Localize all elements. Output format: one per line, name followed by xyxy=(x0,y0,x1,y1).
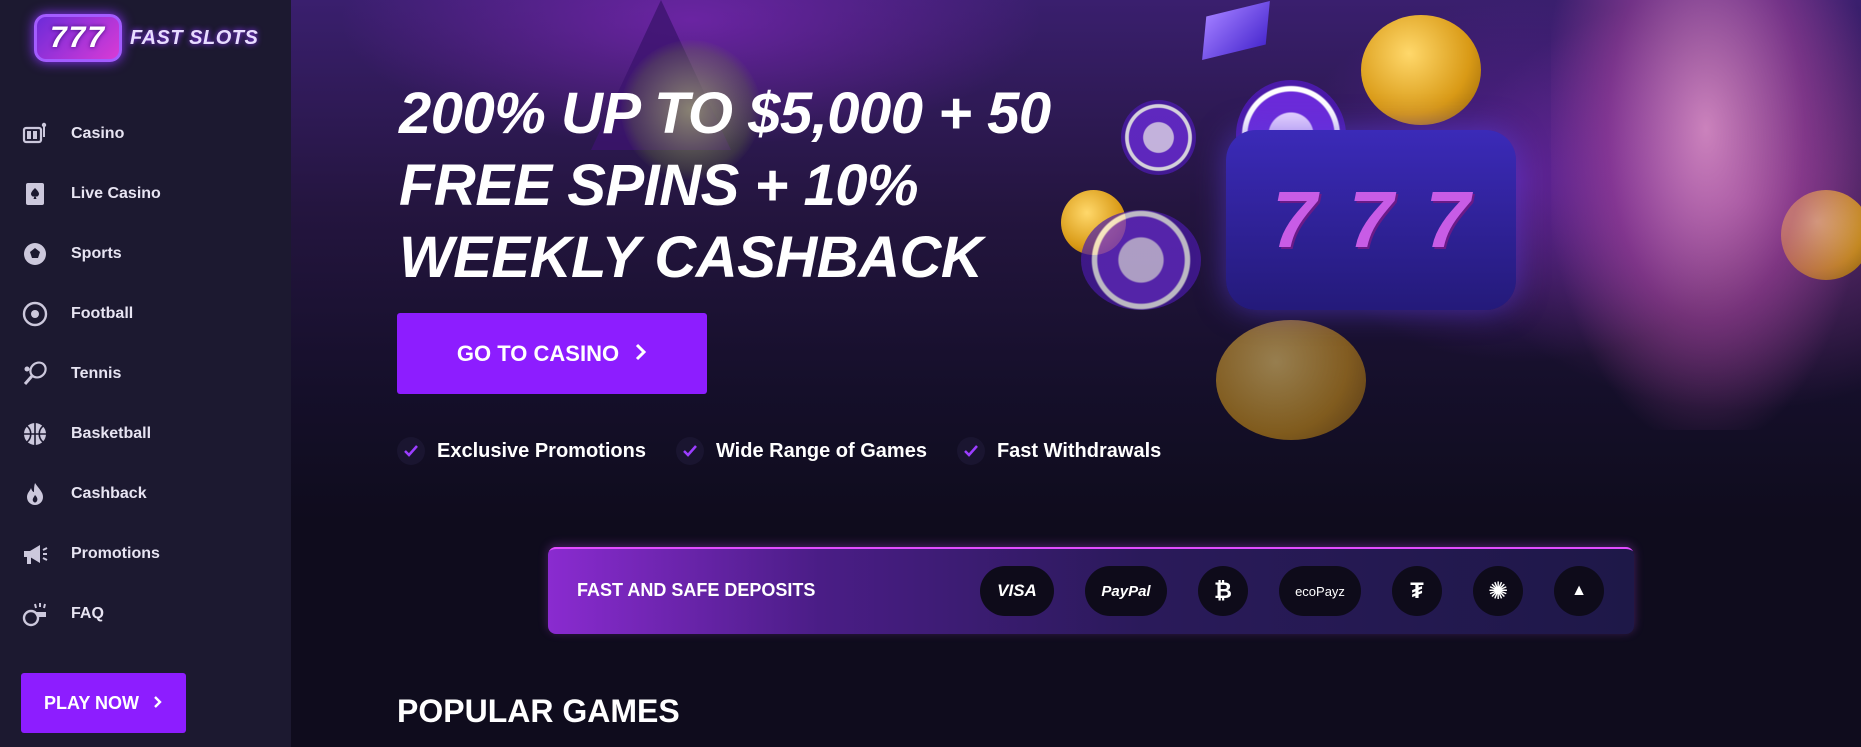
chevron-right-icon xyxy=(153,693,163,714)
go-to-casino-button[interactable]: GO TO CASINO xyxy=(397,313,707,394)
reel-symbol: 7 xyxy=(1272,175,1317,264)
headline-line: 200% UP TO $5,000 + 50 xyxy=(399,81,1051,146)
deposits-title: FAST AND SAFE DEPOSITS xyxy=(577,580,816,600)
feature-item: Exclusive Promotions xyxy=(397,437,646,465)
check-icon xyxy=(675,437,704,465)
sidebar-item-label: Promotions xyxy=(71,545,160,562)
paypal-icon: PayPal xyxy=(1085,566,1167,616)
popular-games-title: POPULAR GAMES xyxy=(397,693,680,729)
chip-art xyxy=(1081,210,1201,310)
hero-headline: 200% UP TO $5,000 + 50 FREE SPINS + 10% … xyxy=(399,78,1051,294)
sidebar: 777 FAST SLOTS Casino Live Casino Sports xyxy=(0,0,291,747)
football-icon xyxy=(20,299,50,329)
feature-label: Fast Withdrawals xyxy=(996,439,1162,462)
megaphone-icon xyxy=(20,539,50,569)
headline-line: WEEKLY CASHBACK xyxy=(399,225,983,290)
soccer-badge-icon xyxy=(20,239,50,269)
play-now-button[interactable]: PLAY NOW xyxy=(21,673,186,733)
sidebar-item-label: Live Casino xyxy=(71,185,161,202)
playing-card-icon xyxy=(20,179,50,209)
deposits-banner: FAST AND SAFE DEPOSITS VISA PayPal ₿ eco… xyxy=(548,547,1634,634)
sidebar-item-cashback[interactable]: Cashback xyxy=(0,464,291,524)
reel-symbol: 7 xyxy=(1425,175,1470,264)
sidebar-item-label: Cashback xyxy=(71,485,147,502)
sidebar-nav: Casino Live Casino Sports Football Tenni… xyxy=(0,104,291,644)
sidebar-item-faq[interactable]: FAQ xyxy=(0,584,291,644)
logo-number: 777 xyxy=(49,21,107,54)
sidebar-item-label: Casino xyxy=(71,125,125,142)
basketball-icon xyxy=(20,419,50,449)
sidebar-item-label: Tennis xyxy=(71,365,122,382)
feature-label: Wide Range of Games xyxy=(715,439,927,462)
sidebar-item-basketball[interactable]: Basketball xyxy=(0,404,291,464)
chip-art xyxy=(1121,100,1196,175)
cardano-icon: ✺ xyxy=(1473,566,1523,616)
sidebar-item-label: Sports xyxy=(71,245,122,262)
sidebar-item-live-casino[interactable]: Live Casino xyxy=(0,164,291,224)
sidebar-item-casino[interactable]: Casino xyxy=(0,104,291,164)
reel-symbol: 7 xyxy=(1348,175,1394,264)
sidebar-item-label: FAQ xyxy=(71,605,104,622)
flame-icon xyxy=(20,479,50,509)
ecopayz-icon: ecoPayz xyxy=(1279,566,1361,616)
sidebar-item-promotions[interactable]: Promotions xyxy=(0,524,291,584)
sidebar-item-sports[interactable]: Sports xyxy=(0,224,291,284)
site-logo[interactable]: 777 FAST SLOTS xyxy=(34,14,258,62)
slot-reel-art: 7 7 7 xyxy=(1226,130,1516,310)
bitcoin-icon: ₿ xyxy=(1198,566,1248,616)
logo-text: FAST SLOTS xyxy=(130,26,259,49)
headline-line: FREE SPINS + 10% xyxy=(399,153,919,218)
slot-machine-icon xyxy=(20,119,50,149)
main-content: 7 7 7 200% UP TO $5,000 + 50 FREE SPINS … xyxy=(291,0,1861,747)
chevron-right-icon xyxy=(635,341,647,367)
tennis-racket-icon xyxy=(20,359,50,389)
feature-label: Exclusive Promotions xyxy=(437,439,646,462)
tether-icon: ₮ xyxy=(1392,566,1442,616)
sidebar-item-football[interactable]: Football xyxy=(0,284,291,344)
zeus-art xyxy=(1551,0,1861,430)
check-icon xyxy=(956,437,985,465)
whistle-icon xyxy=(20,599,50,629)
coin-art xyxy=(1216,320,1366,440)
sidebar-item-tennis[interactable]: Tennis xyxy=(0,344,291,404)
go-to-casino-label: GO TO CASINO xyxy=(456,340,620,366)
avalanche-icon: ▲ xyxy=(1554,566,1604,616)
feature-list: Exclusive Promotions Wide Range of Games… xyxy=(397,437,1161,465)
sidebar-item-label: Football xyxy=(71,305,134,322)
visa-icon: VISA xyxy=(980,566,1054,616)
check-icon xyxy=(397,437,425,465)
coin-art xyxy=(1361,15,1481,125)
feature-item: Wide Range of Games xyxy=(675,437,927,465)
play-now-label: PLAY NOW xyxy=(43,692,140,713)
logo-badge: 777 xyxy=(34,14,122,62)
feature-item: Fast Withdrawals xyxy=(956,437,1162,465)
sidebar-item-label: Basketball xyxy=(71,425,152,442)
